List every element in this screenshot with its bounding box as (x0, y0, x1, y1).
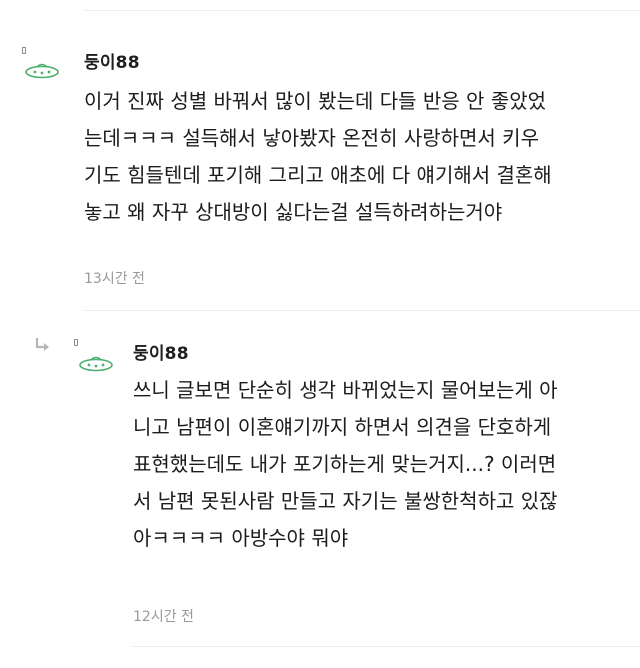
reply-time: 12시간 전 (133, 609, 194, 625)
bottom-divider (132, 646, 640, 647)
comment-divider (84, 310, 640, 311)
reply-body: 쓰니 글보면 단순히 생각 바뀌었는지 물어보는게 아 니고 남편이 이혼얘기까… (133, 378, 558, 550)
author-badge-icon (22, 47, 26, 54)
ufo-icon[interactable] (24, 60, 60, 82)
comment-time: 13시간 전 (84, 271, 145, 287)
reply-nickname[interactable]: 둥이88 (133, 339, 189, 364)
top-divider (84, 10, 640, 11)
comment-nickname[interactable]: 둥이88 (84, 48, 140, 73)
reply-arrow-icon (35, 338, 49, 351)
author-badge-icon (74, 339, 78, 346)
ufo-icon[interactable] (78, 353, 114, 375)
comment-body: 이거 진짜 성별 바꿔서 많이 봤는데 다들 반응 안 좋았었 는데ㅋㅋㅋ 설득… (84, 89, 552, 224)
